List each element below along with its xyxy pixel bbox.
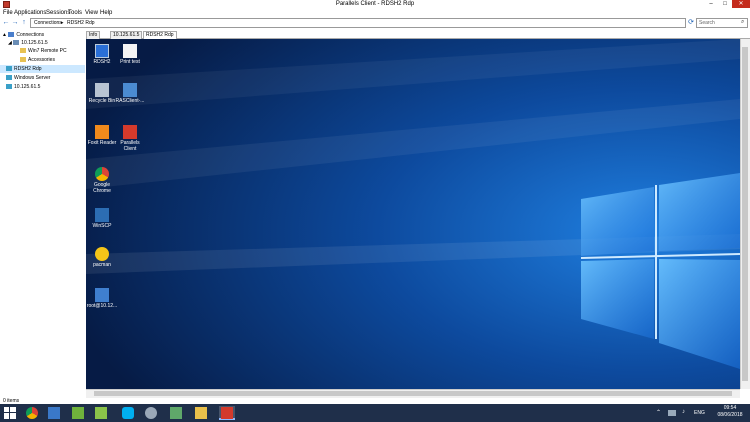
folder-icon [195,407,207,419]
menu-tools[interactable]: Tools [68,10,82,16]
forward-arrow-icon[interactable]: → [11,19,19,27]
image-viewer-icon [170,407,182,419]
remote-desktop[interactable]: RDSH2 Print test Recycle Bin RASClient-.… [86,39,740,389]
tab-info[interactable]: Info [86,31,101,39]
collapse-icon[interactable]: ▲ [2,32,7,38]
breadcrumb-separator-icon: ▸ [61,20,64,26]
skype-icon [122,407,134,419]
expand-icon[interactable]: ◢ [8,40,12,46]
recycle-bin-icon [95,83,109,97]
clock[interactable]: 09:54 08/06/2018 [712,405,748,419]
parallels-green-icon [72,407,84,419]
refresh-icon[interactable]: ⟳ [687,19,695,27]
tree-item-rdsh2[interactable]: RDSH2 Rdp [0,65,85,73]
clock-date: 08/06/2018 [717,412,743,418]
menu-applications[interactable]: Applications [14,10,46,16]
breadcrumb-current[interactable]: RDSH2 Rdp [67,20,95,26]
vertical-scroll-thumb[interactable] [742,47,748,381]
chrome-icon [95,167,109,181]
tree-item-server[interactable]: ◢ 10.125.61.5 [8,39,48,47]
network-icon[interactable] [668,410,676,416]
taskbar-parallels-client[interactable] [219,406,235,420]
tree-item-accessories[interactable]: Accessories [20,56,55,64]
tree-item-server-2[interactable]: 10.125.61.5 [6,83,40,91]
tree-item-win7[interactable]: Win7 Remote PC [20,47,67,55]
menu-file[interactable]: File [3,10,13,16]
taskbar-parallels-green[interactable] [70,406,86,420]
computer-icon [95,44,109,58]
desktop-icon-root[interactable]: root@10.12... [86,288,118,309]
desktop-icon-print-test[interactable]: Print test [114,44,146,65]
taskbar-skype[interactable] [120,406,136,420]
desktop-icon-rasclient[interactable]: RASClient-... [114,83,146,104]
clock-time: 09:54 [723,405,737,411]
parallels-icon [123,125,137,139]
pacman-icon [95,247,109,261]
up-arrow-icon[interactable]: ↑ [20,19,28,27]
menu-sessions[interactable]: Sessions [46,10,70,16]
installer-icon [123,83,137,97]
chrome-icon [26,407,38,419]
app-icon [145,407,157,419]
taskbar-image-viewer[interactable] [168,406,184,420]
title-bar: Parallels Client - RDSH2 Rdp – □ ✕ [0,0,750,9]
winscp-icon [95,208,109,222]
tray-chevron-icon[interactable]: ⌃ [656,409,661,416]
folder-icon [20,57,26,62]
minimize-button[interactable]: – [704,0,718,8]
rdp-connection-icon [6,84,12,89]
menu-help[interactable]: Help [100,10,112,16]
connections-tree: ▲ Connections ◢ 10.125.61.5 Win7 Remote … [0,30,85,392]
tree-item-windows-server[interactable]: Windows Server [6,74,50,82]
address-bar[interactable]: Connections ▸ RDSH2 Rdp [30,18,686,28]
language-indicator[interactable]: ENG [694,410,705,416]
server-icon [13,40,20,45]
taskbar-rdp[interactable] [46,406,62,420]
network-computer-icon [95,288,109,302]
menu-bar: File Applications Sessions Tools View He… [0,9,750,17]
desktop-icon-pacman[interactable]: pacman [86,247,118,268]
desktop-icon-chrome[interactable]: Google Chrome [86,167,118,194]
rdp-connection-icon [6,75,12,80]
windows-logo-icon [4,407,16,419]
maximize-button[interactable]: □ [718,0,732,8]
taskbar-parallels-admin[interactable] [93,406,109,420]
volume-icon[interactable]: ♪ [682,409,685,415]
document-icon [123,44,137,58]
desktop-icon-parallels[interactable]: Parallels Client [114,125,146,152]
wallpaper [86,39,740,389]
menu-view[interactable]: View [85,10,98,16]
taskbar-chrome[interactable] [24,406,40,420]
tab-rdsh2[interactable]: RDSH2 Rdp [143,31,177,39]
rdp-connection-icon [6,66,12,71]
close-button[interactable]: ✕ [732,0,750,8]
back-arrow-icon[interactable]: ← [2,19,10,27]
taskbar-app[interactable] [143,406,159,420]
search-icon[interactable]: ⌕ [741,19,744,26]
connections-icon [8,32,15,37]
window-title: Parallels Client - RDSH2 Rdp [335,1,415,7]
foxit-reader-icon [95,125,109,139]
tab-server[interactable]: 10.125.61.5 [110,31,143,39]
taskbar: ⌃ ♪ ENG [0,404,750,422]
folder-icon [20,48,26,53]
desktop-icon-winscp[interactable]: WinSCP [86,208,118,229]
remote-desktop-icon [48,407,60,419]
tree-item-connections[interactable]: ▲ Connections [2,31,44,39]
start-button[interactable] [2,406,18,420]
parallels-admin-icon [95,407,107,419]
horizontal-scroll-thumb[interactable] [94,391,732,396]
session-tabs: Info 10.125.61.5 RDSH2 Rdp [86,30,750,39]
taskbar-file-explorer[interactable] [193,406,209,420]
parallels-client-icon [221,407,233,419]
breadcrumb-connections[interactable]: Connections [34,20,62,26]
